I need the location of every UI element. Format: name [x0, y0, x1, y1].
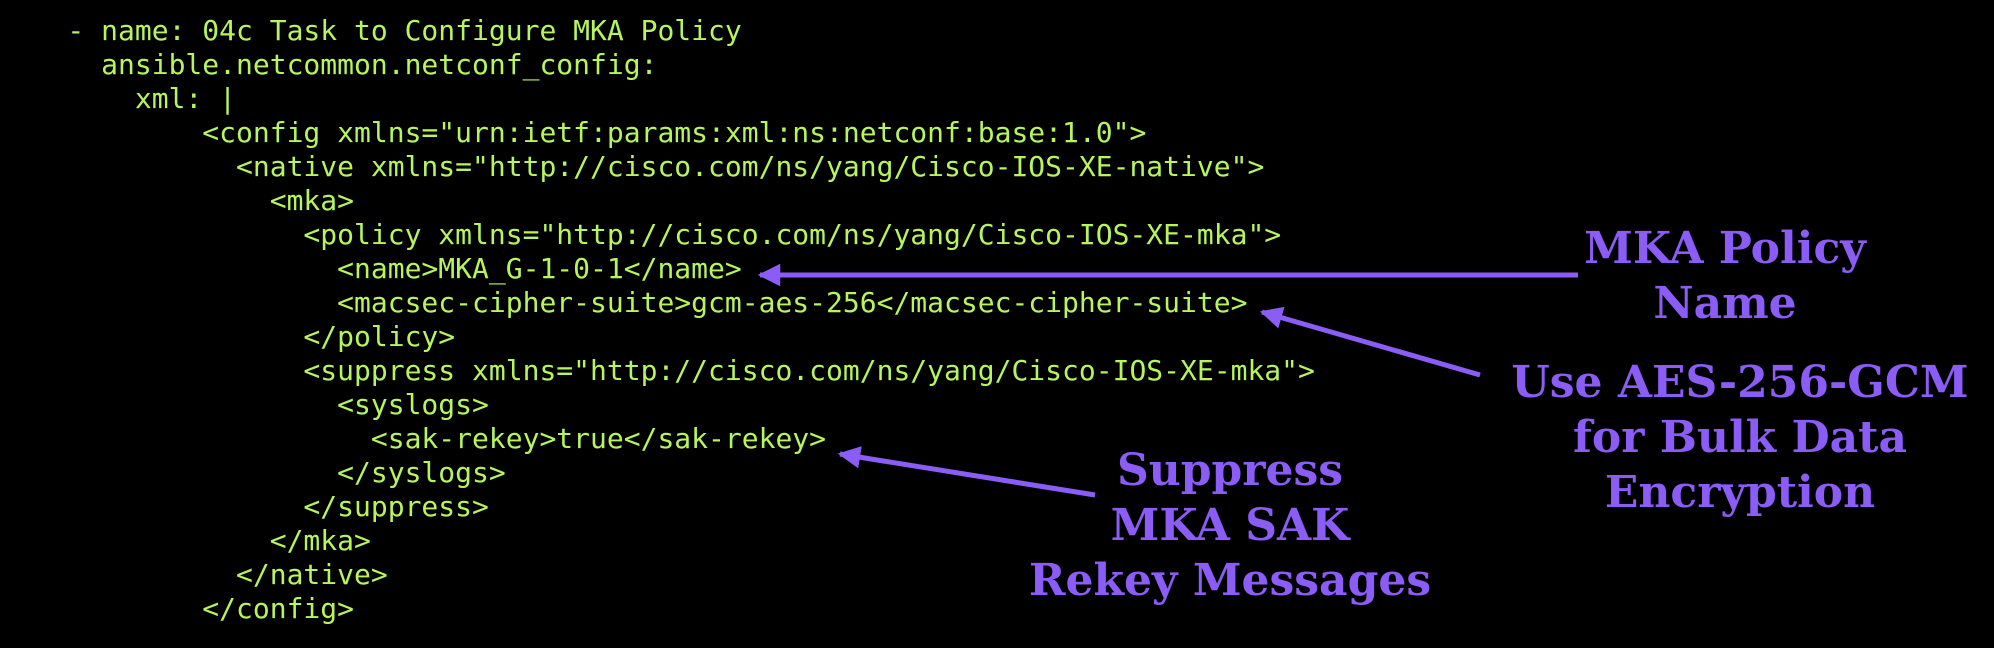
annotation-line: Name [1653, 278, 1797, 329]
annotation-line: Encryption [1604, 467, 1876, 518]
annotation-cipher-suite: Use AES-256-GCM for Bulk Data Encryption [1480, 355, 1994, 520]
annotation-policy-name: MKA Policy Name [1485, 221, 1965, 331]
arrow-cipher-suite [1259, 306, 1481, 378]
annotation-line: MKA SAK [1110, 500, 1350, 551]
annotation-suppress-rekey: Suppress MKA SAK Rekey Messages [980, 443, 1480, 608]
annotation-line: MKA Policy [1584, 223, 1866, 274]
annotation-line: Rekey Messages [1028, 555, 1432, 606]
annotation-line: Suppress [1116, 445, 1343, 496]
annotation-line: for Bulk Data [1573, 412, 1907, 463]
annotation-line: Use AES-256-GCM [1511, 357, 1969, 408]
